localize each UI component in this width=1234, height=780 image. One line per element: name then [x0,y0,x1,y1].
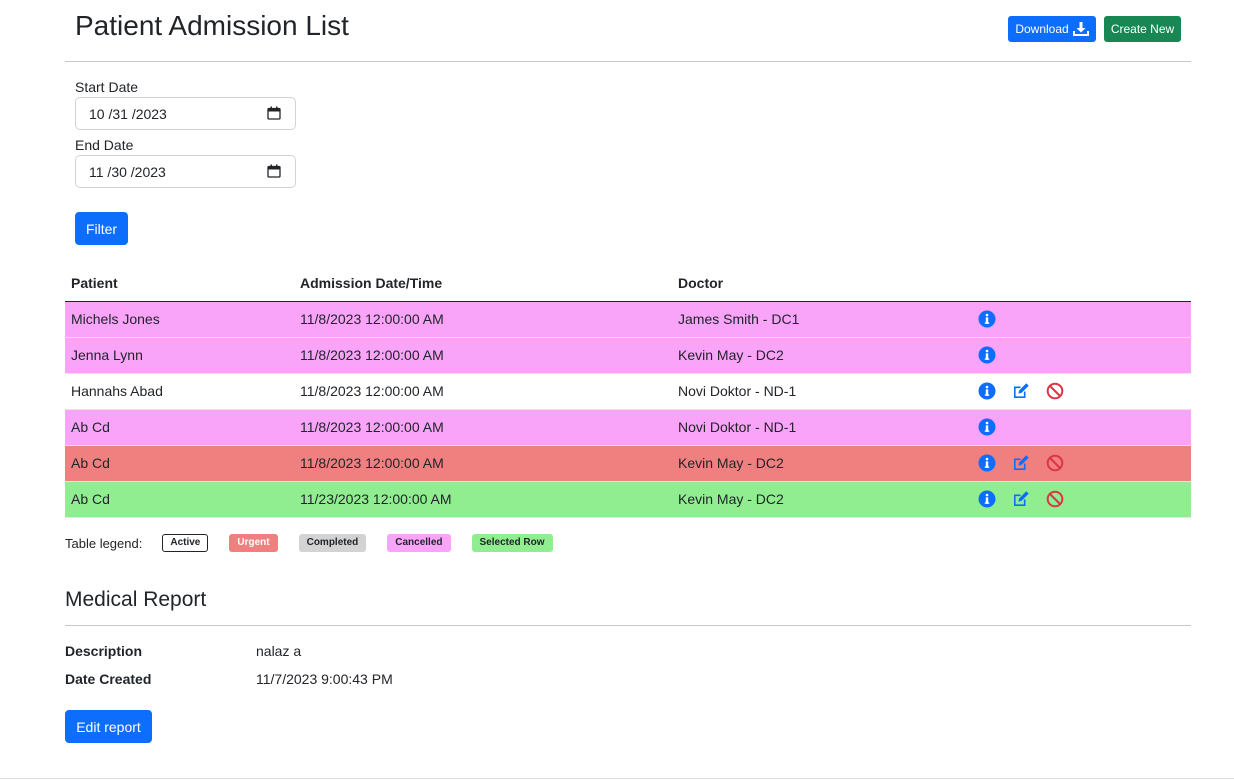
calendar-icon[interactable] [267,106,281,120]
column-header-patient: Patient [65,266,294,302]
info-icon[interactable] [978,382,996,400]
actions-cell [972,337,1191,374]
legend-badge-urgent: Urgent [229,534,278,552]
admission-cell: 11/8/2023 12:00:00 AM [294,373,672,410]
column-header-doctor: Doctor [672,266,972,302]
create-new-button[interactable]: Create New [1104,16,1181,42]
legend-label: Table legend: [65,535,143,551]
start-date-value: 10 /31 /2023 [89,105,167,122]
patient-cell: Hannahs Abad [65,373,294,410]
table-header-row: Patient Admission Date/Time Doctor [65,266,1191,302]
edit-icon[interactable] [1012,490,1030,508]
table-row[interactable]: Ab Cd 11/8/2023 12:00:00 AM Kevin May - DC… [65,445,1191,482]
description-label: Description [65,643,143,659]
download-label: Download [1015,22,1069,36]
date-created-label: Date Created [65,671,152,687]
doctor-cell: Kevin May - DC2 [672,337,972,374]
table-body: Michels Jones 11/8/2023 12:00:00 AM James … [65,301,1191,518]
doctor-cell: Kevin May - DC2 [672,445,972,482]
end-date-label: End Date [75,137,134,153]
admission-cell: 11/23/2023 12:00:00 AM [294,481,672,518]
doctor-cell: James Smith - DC1 [672,301,972,338]
admission-cell: 11/8/2023 12:00:00 AM [294,409,672,446]
table-row[interactable]: Ab Cd 11/23/2023 12:00:00 AM Kevin May - D… [65,481,1191,518]
cancel-icon[interactable] [1046,490,1064,508]
report-divider [65,625,1191,626]
admission-cell: 11/8/2023 12:00:00 AM [294,301,672,338]
legend-badge-cancelled: Cancelled [387,534,451,552]
page-title: Patient Admission List [75,10,349,41]
download-button[interactable]: Download [1008,16,1096,42]
info-icon[interactable] [978,310,996,328]
actions-cell [972,301,1191,338]
info-icon[interactable] [978,490,996,508]
legend-badge-active: Active [162,534,209,552]
end-date-value: 11 /30 /2023 [89,163,166,180]
info-icon[interactable] [978,418,996,436]
info-icon[interactable] [978,454,996,472]
patient-cell: Jenna Lynn [65,337,294,374]
table-row[interactable]: Jenna Lynn 11/8/2023 12:00:00 AM Kevin May… [65,337,1191,374]
table-row[interactable]: Hannahs Abad 11/8/2023 12:00:00 AM Novi Do… [65,373,1191,410]
patient-cell: Ab Cd [65,445,294,482]
legend-badge-completed: Completed [298,534,367,552]
legend-badge-selected: Selected Row [471,534,553,552]
medical-report-title: Medical Report [65,588,207,611]
edit-icon[interactable] [1012,382,1030,400]
edit-icon[interactable] [1012,454,1030,472]
end-date-input[interactable]: 11 /30 /2023 [75,155,296,188]
patient-cell: Ab Cd [65,409,294,446]
description-value: nalaz a [256,643,302,659]
doctor-cell: Kevin May - DC2 [672,481,972,518]
actions-cell [972,481,1191,518]
doctor-cell: Novi Doktor - ND-1 [672,373,972,410]
doctor-cell: Novi Doktor - ND-1 [672,409,972,446]
patient-cell: Michels Jones [65,301,294,338]
admission-table: Patient Admission Date/Time Doctor Miche… [65,266,1191,518]
column-header-admission: Admission Date/Time [294,266,672,302]
admission-cell: 11/8/2023 12:00:00 AM [294,445,672,482]
cancel-icon[interactable] [1046,382,1064,400]
actions-cell [972,445,1191,482]
start-date-input[interactable]: 10 /31 /2023 [75,97,296,130]
actions-cell [972,409,1191,446]
table-row[interactable]: Ab Cd 11/8/2023 12:00:00 AM Novi Doktor - … [65,409,1191,446]
edit-report-button[interactable]: Edit report [65,710,152,743]
filter-button[interactable]: Filter [75,212,128,245]
calendar-icon[interactable] [267,164,281,178]
cancel-icon[interactable] [1046,454,1064,472]
info-icon[interactable] [978,346,996,364]
start-date-label: Start Date [75,79,139,95]
patient-cell: Ab Cd [65,481,294,518]
table-legend: Table legend: Active Urgent Completed Ca… [65,534,574,552]
column-header-actions [972,266,1191,302]
actions-cell [972,373,1191,410]
footer-divider [0,778,1234,779]
date-created-value: 11/7/2023 9:00:43 PM [256,671,393,687]
table-row[interactable]: Michels Jones 11/8/2023 12:00:00 AM James … [65,301,1191,338]
download-icon [1072,22,1089,36]
header-divider [65,61,1191,62]
admission-cell: 11/8/2023 12:00:00 AM [294,337,672,374]
